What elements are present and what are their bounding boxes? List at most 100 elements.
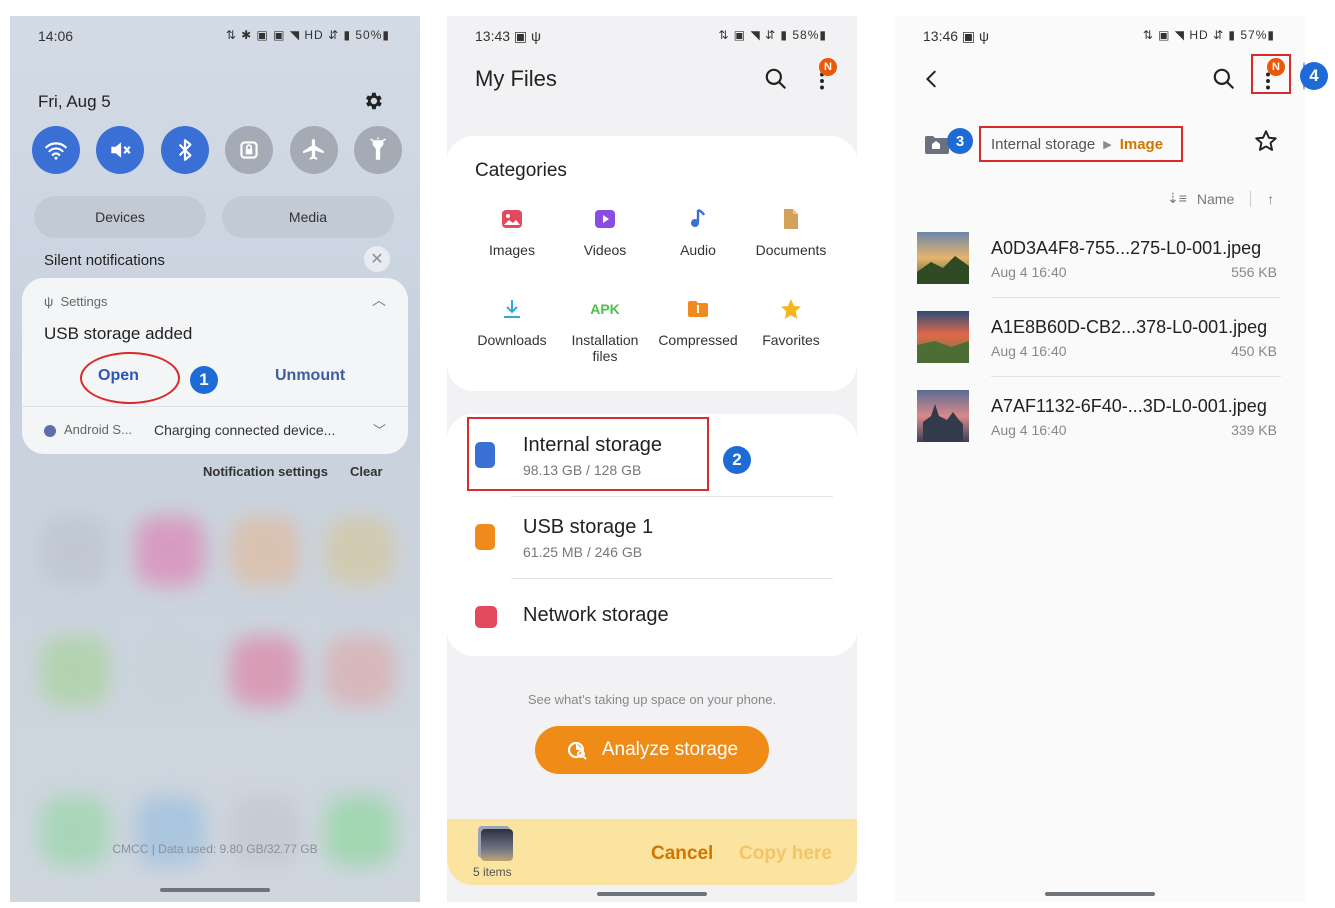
search-icon[interactable] [763,66,789,92]
image-icon [499,206,525,232]
silent-notifications-label: Silent notifications [44,252,165,269]
open-button[interactable]: Open [98,367,139,385]
file-date: Aug 4 16:40 [991,422,1067,438]
category-compressed[interactable]: Compressed [651,296,745,348]
sort-order-icon[interactable]: ⇣≡ [1167,190,1187,207]
sort-direction-icon[interactable]: ↑ [1267,191,1274,207]
category-installation-files[interactable]: APK Installation files [558,296,652,364]
step-badge-4: 4 [1300,62,1328,90]
file-size: 556 KB [1231,264,1277,280]
chevron-up-icon[interactable]: ︿ [372,290,386,310]
nav-handle[interactable] [160,888,270,892]
android-system-icon [44,425,56,437]
wifi-icon [45,142,67,160]
apk-icon: APK [590,301,620,317]
divider [22,406,408,407]
category-videos[interactable]: Videos [558,206,652,258]
file-row[interactable]: A7AF1132-6F40-...3D-L0-001.jpeg Aug 4 16… [895,390,1305,469]
sort-name-button[interactable]: Name [1197,191,1234,207]
close-icon[interactable]: ✕ [364,246,390,272]
download-icon [499,296,525,322]
category-label: Installation files [571,332,639,364]
folder-zip-icon [685,296,711,322]
category-label: Videos [583,242,627,258]
airplane-toggle[interactable] [289,126,338,174]
usb-icon: ψ [44,294,54,309]
file-date: Aug 4 16:40 [991,343,1067,359]
breadcrumb-root[interactable]: Internal storage [991,136,1095,153]
image-thumbnail [917,390,969,442]
file-row[interactable]: A0D3A4F8-755...275-L0-001.jpeg Aug 4 16:… [895,232,1305,311]
file-name: A7AF1132-6F40-...3D-L0-001.jpeg [991,396,1267,416]
category-label: Downloads [477,332,547,348]
page-title: My Files [475,66,557,91]
file-date: Aug 4 16:40 [991,264,1067,280]
status-icons: ⇅ ▣ ◥ HD ⇵ ▮ 57%▮ [1142,28,1275,42]
notification-title: USB storage added [44,324,193,343]
star-outline-icon[interactable] [1253,128,1279,154]
status-bar: 13:43 ▣ ψ ⇅ ▣ ◥ ⇵ ▮ 58%▮ [447,16,857,46]
copy-here-button[interactable]: Copy here [739,843,832,865]
clear-button[interactable]: Clear [350,464,383,479]
bluetooth-toggle[interactable] [160,126,209,174]
document-icon [778,206,804,232]
rotation-lock-toggle[interactable] [225,126,274,174]
file-name: A0D3A4F8-755...275-L0-001.jpeg [991,238,1262,258]
status-icons: ⇅ ✱ ▣ ▣ ◥ HD ⇵ ▮ 50%▮ [225,28,390,42]
media-button[interactable]: Media [222,196,394,238]
step-badge-1: 1 [190,366,218,394]
flashlight-toggle[interactable] [353,126,402,174]
star-icon [778,296,804,322]
divider [991,297,1281,298]
unmount-button[interactable]: Unmount [275,367,345,385]
devices-button[interactable]: Devices [34,196,206,238]
chevron-down-icon[interactable]: ﹀ [373,420,386,439]
search-icon[interactable] [1211,66,1237,92]
highlight-box [1251,54,1291,94]
status-time: 14:06 [38,28,74,44]
status-time: 13:46 ▣ ψ [923,28,990,44]
video-icon [592,206,618,232]
cancel-button[interactable]: Cancel [651,843,713,865]
file-size: 450 KB [1231,343,1277,359]
image-thumbnail [917,232,969,284]
image-folder-screen: 13:46 ▣ ψ ⇅ ▣ ◥ HD ⇵ ▮ 57%▮ N 3 Internal… [895,16,1305,902]
divider [1250,190,1252,207]
notification-settings-link[interactable]: Notification settings [203,464,328,479]
nav-handle[interactable] [1045,892,1155,896]
step-badge-3: 3 [947,128,973,154]
category-favorites[interactable]: Favorites [744,296,838,348]
image-thumbnail [917,311,969,363]
sort-bar: ⇣≡ Name ↑ [1167,190,1274,207]
flashlight-icon [370,137,386,160]
highlight-box [467,417,709,491]
notification-shade-screen: 14:06 ⇅ ✱ ▣ ▣ ◥ HD ⇵ ▮ 50%▮ Fri, Aug 5 D… [10,16,420,902]
sound-toggle[interactable] [96,126,145,174]
storage-name: USB storage 1 [523,516,654,538]
notification-badge: N [819,58,837,76]
notification-app-name: Settings [60,294,108,309]
usb-storage-row[interactable]: USB storage 1 61.25 MB / 246 GB [447,496,857,578]
category-downloads[interactable]: Downloads [465,296,559,348]
status-bar: 13:46 ▣ ψ ⇅ ▣ ◥ HD ⇵ ▮ 57%▮ [895,16,1305,46]
my-files-screen: 13:43 ▣ ψ ⇅ ▣ ◥ ⇵ ▮ 58%▮ My Files N Cate… [447,16,857,902]
step-badge-2: 2 [723,446,751,474]
analyze-storage-button[interactable]: Analyze storage [535,726,769,774]
categories-card: Categories Images Videos Audio Documents… [447,136,857,391]
category-images[interactable]: Images [465,206,559,258]
notification2-text[interactable]: Charging connected device... [154,422,335,438]
lock-icon [240,141,258,159]
nav-handle[interactable] [597,892,707,896]
wifi-toggle[interactable] [32,126,80,174]
category-audio[interactable]: Audio [651,206,745,258]
notification2-app: Android S... [64,422,132,437]
file-row[interactable]: A1E8B60D-CB2...378-L0-001.jpeg Aug 4 16:… [895,311,1305,390]
airplane-icon [302,139,324,160]
back-arrow-icon[interactable] [921,66,943,92]
network-storage-row[interactable]: Network storage [447,578,857,660]
category-label: Documents [755,242,827,258]
category-documents[interactable]: Documents [744,206,838,258]
gear-icon[interactable] [362,90,384,112]
category-label: Compressed [658,332,738,348]
breadcrumb-separator-icon: ▶ [1103,138,1112,151]
